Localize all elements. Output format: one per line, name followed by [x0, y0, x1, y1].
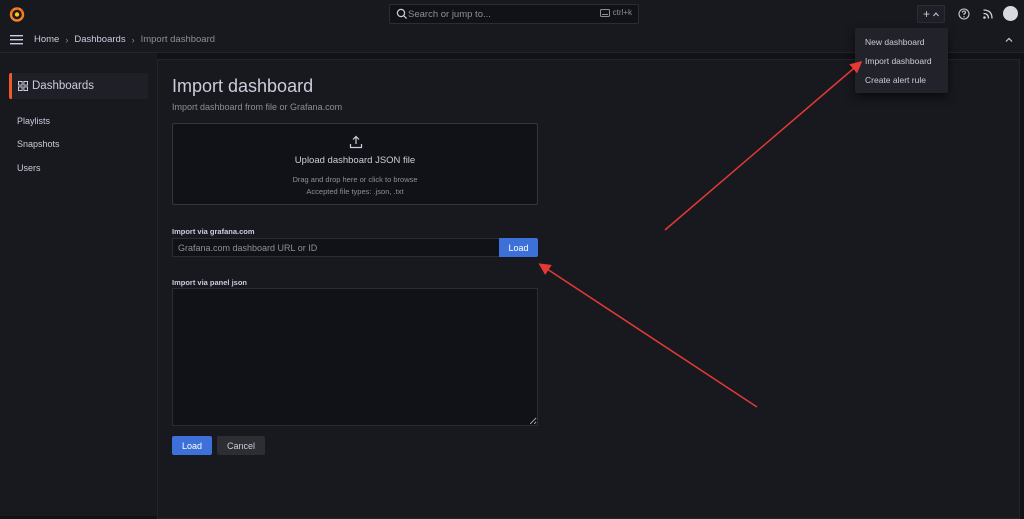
new-menu-button[interactable]: +: [917, 5, 945, 23]
panel-json-label: Import via panel json: [172, 278, 248, 287]
grafana-url-input[interactable]: [172, 238, 499, 257]
breadcrumb: Home › Dashboards › Import dashboard: [34, 34, 215, 45]
page-subtitle: Import dashboard from file or Grafana.co…: [172, 102, 343, 112]
breadcrumb-home[interactable]: Home: [34, 34, 59, 45]
hamburger-menu-icon[interactable]: [10, 34, 23, 45]
grafana-load-button[interactable]: Load: [499, 238, 538, 257]
panel-json-textarea[interactable]: [172, 288, 538, 426]
news-rss-icon[interactable]: [982, 8, 994, 20]
upload-icon: [349, 135, 363, 149]
grafana-logo-icon[interactable]: [9, 6, 25, 22]
help-icon[interactable]: [958, 8, 970, 20]
search-bar[interactable]: Search or jump to... ctrl+k: [389, 4, 639, 24]
breadcrumb-dashboards[interactable]: Dashboards: [74, 34, 125, 45]
sidebar-section-dashboards[interactable]: Dashboards: [9, 73, 148, 99]
menu-item-create-alert-rule[interactable]: Create alert rule: [865, 75, 926, 85]
cancel-button[interactable]: Cancel: [217, 436, 265, 455]
chevron-up-icon: [933, 11, 939, 16]
grafana-import-label: Import via grafana.com: [172, 227, 255, 236]
sidebar-item-snapshots[interactable]: Snapshots: [17, 139, 60, 149]
plus-icon: +: [922, 7, 930, 21]
upload-heading: Upload dashboard JSON file: [294, 155, 416, 166]
menu-item-new-dashboard[interactable]: New dashboard: [865, 37, 925, 47]
load-button[interactable]: Load: [172, 436, 212, 455]
new-dropdown-menu: New dashboard Import dashboard Create al…: [855, 28, 948, 93]
user-avatar[interactable]: [1003, 6, 1018, 21]
search-icon: [396, 8, 408, 20]
sidebar-item-users[interactable]: Users: [17, 163, 41, 173]
upload-dropzone[interactable]: Upload dashboard JSON file Drag and drop…: [172, 123, 538, 205]
search-placeholder: Search or jump to...: [408, 9, 491, 20]
apps-grid-icon: [18, 81, 28, 91]
upload-hint: Drag and drop here or click to browse: [292, 175, 418, 184]
breadcrumb-current: Import dashboard: [140, 34, 216, 45]
search-shortcut: ctrl+k: [612, 8, 632, 17]
breadcrumb-separator-icon: ›: [65, 34, 69, 45]
chevron-up-icon[interactable]: [1004, 35, 1014, 45]
page-title: Import dashboard: [172, 76, 314, 96]
top-bar: Search or jump to... ctrl+k +: [0, 0, 1024, 29]
menu-item-import-dashboard[interactable]: Import dashboard: [865, 56, 932, 66]
sidebar: Dashboards Playlists Snapshots Users: [0, 53, 157, 516]
keyboard-icon: [599, 8, 610, 17]
sidebar-item-playlists[interactable]: Playlists: [17, 116, 50, 126]
upload-accepted-types: Accepted file types: .json, .txt: [306, 187, 404, 196]
breadcrumb-separator-icon: ›: [131, 34, 135, 45]
sidebar-section-label: Dashboards: [32, 80, 95, 92]
